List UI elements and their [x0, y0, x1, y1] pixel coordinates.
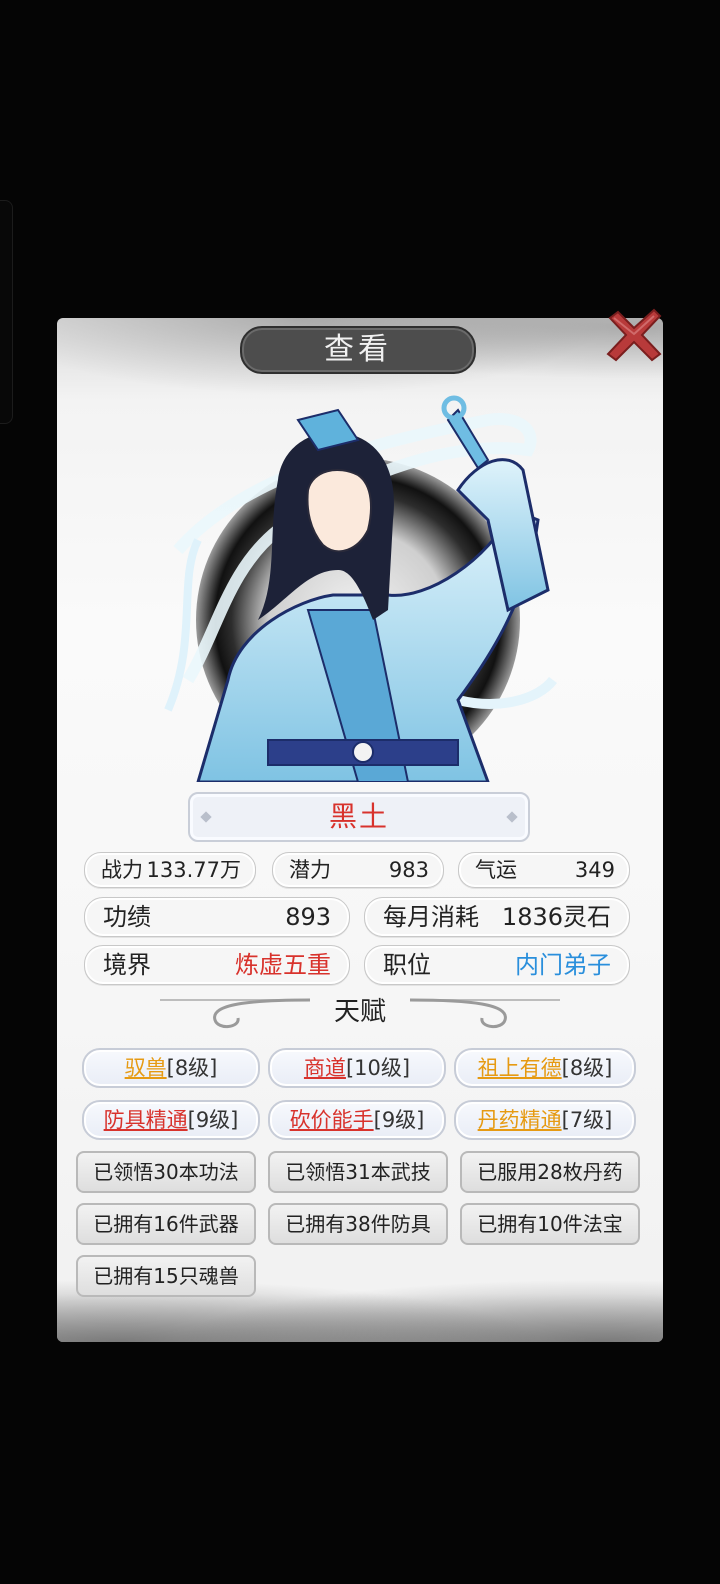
- achievement-text: 已服用28枚丹药: [477, 1160, 623, 1184]
- achievement-text: 已拥有38件防具: [285, 1212, 431, 1236]
- achievement-badge: 已拥有15只魂兽: [76, 1255, 256, 1297]
- cloud-scroll-left-icon: [160, 998, 310, 1028]
- stat-combat-power: 战力 133.77万: [84, 852, 256, 888]
- stat-value: 133.77万: [146, 858, 241, 882]
- talent-label: 防具精通[9级]: [103, 1108, 239, 1132]
- stat-realm: 境界 炼虚五重: [84, 945, 350, 985]
- achievement-badge: 已拥有16件武器: [76, 1203, 256, 1245]
- talent-item[interactable]: 驭兽[8级]: [82, 1048, 260, 1088]
- stat-label: 战力: [101, 858, 143, 882]
- talent-item[interactable]: 祖上有德[8级]: [454, 1048, 636, 1088]
- achievement-text: 已拥有16件武器: [93, 1212, 239, 1236]
- dialog-title: 查看: [324, 332, 392, 367]
- stat-potential: 潜力 983: [272, 852, 444, 888]
- stat-value: 983: [388, 858, 429, 882]
- talent-label: 驭兽[8级]: [124, 1056, 218, 1080]
- stat-position: 职位 内门弟子: [364, 945, 630, 985]
- achievement-text: 已领悟31本武技: [285, 1160, 431, 1184]
- stat-label: 潜力: [289, 858, 331, 882]
- achievement-badge: 已领悟30本功法: [76, 1151, 256, 1193]
- achievement-text: 已拥有10件法宝: [477, 1212, 623, 1236]
- talent-label: 商道[10级]: [303, 1056, 411, 1080]
- stat-value: 893: [285, 903, 331, 931]
- stat-value: 1836灵石: [501, 903, 611, 931]
- achievement-badge: 已拥有38件防具: [268, 1203, 448, 1245]
- talent-label: 砍价能手[9级]: [289, 1108, 425, 1132]
- talent-item[interactable]: 砍价能手[9级]: [268, 1100, 446, 1140]
- stat-label: 气运: [475, 858, 517, 882]
- side-edge-tab: [0, 200, 13, 424]
- talent-item[interactable]: 商道[10级]: [268, 1048, 446, 1088]
- stat-label: 职位: [383, 951, 431, 979]
- character-name: 黑土: [328, 800, 389, 833]
- stat-label: 境界: [103, 951, 151, 979]
- talent-item[interactable]: 防具精通[9级]: [82, 1100, 260, 1140]
- talent-label: 祖上有德[8级]: [477, 1056, 613, 1080]
- close-button[interactable]: [604, 308, 664, 364]
- cloud-scroll-right-icon: [410, 998, 560, 1028]
- stat-merit: 功绩 893: [84, 897, 350, 937]
- character-name-plate: 黑土: [188, 792, 530, 842]
- talent-label: 丹药精通[7级]: [477, 1108, 613, 1132]
- achievement-text: 已领悟30本功法: [93, 1160, 239, 1184]
- achievement-badge: 已领悟31本武技: [268, 1151, 448, 1193]
- character-portrait: [164, 395, 557, 782]
- achievement-badge: 已拥有10件法宝: [460, 1203, 640, 1245]
- stat-monthly-cost: 每月消耗 1836灵石: [364, 897, 630, 937]
- stat-label: 每月消耗: [383, 903, 479, 931]
- close-x-icon: [606, 308, 662, 362]
- achievement-text: 已拥有15只魂兽: [93, 1264, 239, 1288]
- talent-section-title: 天赋: [333, 997, 386, 1027]
- stat-value: 内门弟子: [515, 951, 611, 979]
- stat-label: 功绩: [103, 903, 151, 931]
- stat-value: 炼虚五重: [235, 951, 331, 979]
- stat-value: 349: [574, 858, 615, 882]
- talent-item[interactable]: 丹药精通[7级]: [454, 1100, 636, 1140]
- stat-luck: 气运 349: [458, 852, 630, 888]
- dialog-title-plate: 查看: [240, 326, 476, 374]
- achievement-badge: 已服用28枚丹药: [460, 1151, 640, 1193]
